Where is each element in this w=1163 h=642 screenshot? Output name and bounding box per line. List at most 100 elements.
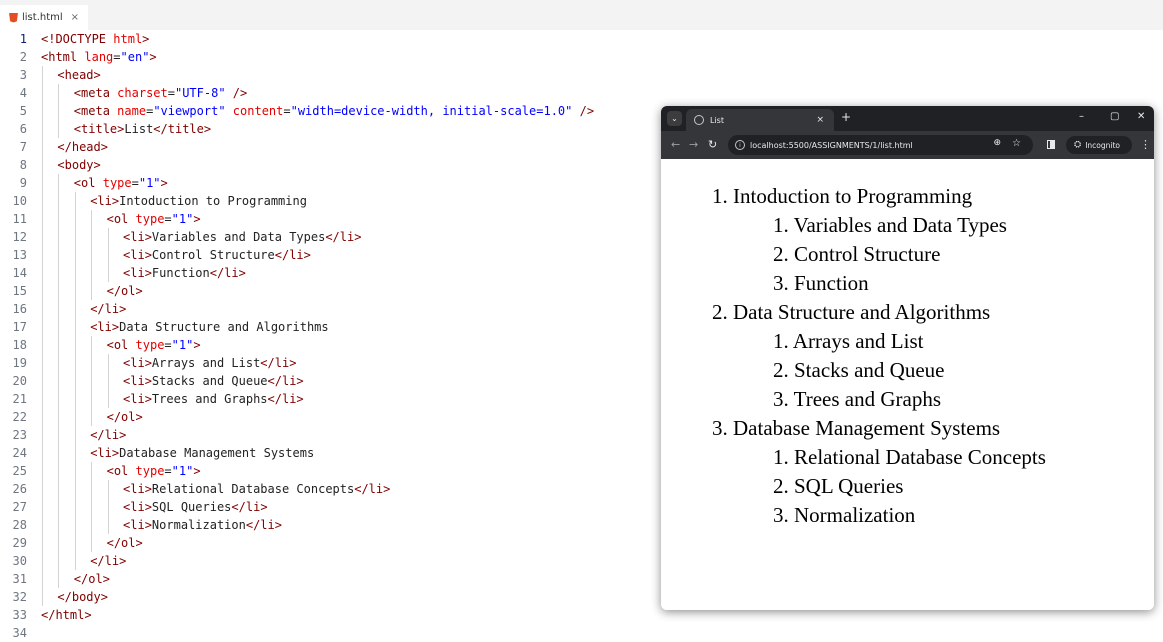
code-token: > xyxy=(144,482,152,496)
code-text: <li>Stacks and Queue</li> xyxy=(123,372,304,390)
list-number: 3. xyxy=(773,503,789,527)
indent-guide xyxy=(74,444,76,462)
forward-arrow-icon[interactable]: → xyxy=(689,138,698,151)
indent-guide xyxy=(42,66,43,84)
code-token: title xyxy=(167,122,204,136)
line-number: 18 xyxy=(12,338,27,352)
code-token: li xyxy=(104,428,120,442)
sub-list-item: 2. Stacks and Queue xyxy=(773,356,944,385)
indent-guide xyxy=(42,426,43,444)
code-text: <ol type="1"> xyxy=(107,462,201,480)
indent-guide xyxy=(58,174,60,192)
line-number: 11 xyxy=(12,212,27,226)
code-text: </head> xyxy=(57,138,108,156)
code-token: Normalization xyxy=(151,518,246,532)
list-item-text: Variables and Data Types xyxy=(793,213,1007,237)
code-token: li xyxy=(281,392,297,406)
code-text: </ol> xyxy=(107,282,143,300)
new-tab-button[interactable]: + xyxy=(841,110,851,124)
code-token: </ xyxy=(209,266,225,280)
code-token: li xyxy=(104,302,120,316)
code-token: </ xyxy=(106,536,122,550)
indent-guide xyxy=(91,516,93,534)
incognito-badge[interactable]: ⛭ Incognito xyxy=(1066,136,1132,154)
code-token: > xyxy=(144,500,152,514)
code-text: <li>Database Management Systems xyxy=(90,444,314,462)
list-number: 1. xyxy=(773,213,789,237)
indent-guide xyxy=(107,480,109,498)
indent-guide xyxy=(91,462,93,480)
line-number: 20 xyxy=(12,374,27,388)
code-token: > xyxy=(274,518,282,532)
side-panel-icon[interactable] xyxy=(1047,140,1055,149)
maximize-icon[interactable]: ▢ xyxy=(1110,111,1119,122)
code-token: ol xyxy=(121,284,136,298)
more-menu-icon[interactable]: ⋮ xyxy=(1140,138,1151,151)
indent-guide xyxy=(74,552,76,570)
indent-guide xyxy=(107,354,109,372)
html-file-icon xyxy=(9,12,18,23)
line-number: 32 xyxy=(12,590,27,604)
indent-guide xyxy=(74,192,76,210)
indent-guide xyxy=(58,534,60,552)
indent-guide xyxy=(74,246,76,264)
line-number: 15 xyxy=(12,284,27,298)
code-text: <ol type="1"> xyxy=(107,336,201,354)
tab-search-dropdown-icon[interactable]: ⌄ xyxy=(667,111,682,126)
code-token: "en" xyxy=(120,50,150,64)
code-token: > xyxy=(93,68,101,82)
code-token: > xyxy=(296,374,304,388)
line-number: 16 xyxy=(12,302,27,316)
code-token: </ xyxy=(267,392,282,406)
code-token: li xyxy=(339,230,355,244)
indent-guide xyxy=(107,246,109,264)
indent-guide xyxy=(74,354,76,372)
editor-tab-list-html[interactable]: list.html × xyxy=(0,5,88,30)
code-token: < xyxy=(57,68,65,82)
indent-guide xyxy=(42,138,43,156)
indent-guide xyxy=(42,228,43,246)
bookmark-star-icon[interactable]: ☆ xyxy=(1012,138,1021,149)
reload-icon[interactable]: ↻ xyxy=(708,138,717,151)
code-token: name xyxy=(117,104,147,118)
browser-tab-list[interactable]: List × xyxy=(686,109,834,131)
indent-guide xyxy=(58,372,60,390)
site-info-icon[interactable]: i xyxy=(735,140,745,150)
indent-guide xyxy=(74,264,76,282)
window-close-icon[interactable]: ✕ xyxy=(1137,111,1145,122)
code-token: "1" xyxy=(171,464,194,478)
list-item-text: Arrays and List xyxy=(792,329,924,353)
code-text: <meta charset="UTF-8" /> xyxy=(74,84,247,102)
indent-guide xyxy=(58,210,60,228)
tab-close-icon[interactable]: × xyxy=(816,115,824,125)
code-token: DOCTYPE xyxy=(55,32,107,46)
code-token: Variables and Data Types xyxy=(151,230,326,244)
indent-guide xyxy=(42,120,43,138)
list-number: 3. xyxy=(773,271,789,295)
code-token: head xyxy=(71,140,101,154)
code-token: body xyxy=(71,590,101,604)
code-text: </body> xyxy=(57,588,108,606)
code-token: < xyxy=(73,122,82,136)
code-token: Data Structure and Algorithms xyxy=(119,320,329,334)
address-bar[interactable]: i localhost:5500/ASSIGNMENTS/1/list.html… xyxy=(728,135,1033,155)
zoom-icon[interactable]: ⊕ xyxy=(993,138,1001,148)
code-token: </ xyxy=(90,554,105,568)
indent-guide xyxy=(74,318,76,336)
indent-guide xyxy=(42,534,43,552)
close-icon[interactable]: × xyxy=(71,12,79,23)
incognito-label: Incognito xyxy=(1085,140,1121,150)
code-token: meta xyxy=(81,86,110,100)
list-number: 3. xyxy=(712,416,728,440)
list-item-text: Data Structure and Algorithms xyxy=(733,300,991,324)
code-token: li xyxy=(130,482,145,496)
indent-guide xyxy=(74,336,76,354)
code-token: > xyxy=(144,392,152,406)
code-token: > xyxy=(144,356,152,370)
code-token: type xyxy=(102,176,132,190)
minimize-icon[interactable]: – xyxy=(1079,111,1084,122)
back-arrow-icon[interactable]: ← xyxy=(671,138,680,151)
